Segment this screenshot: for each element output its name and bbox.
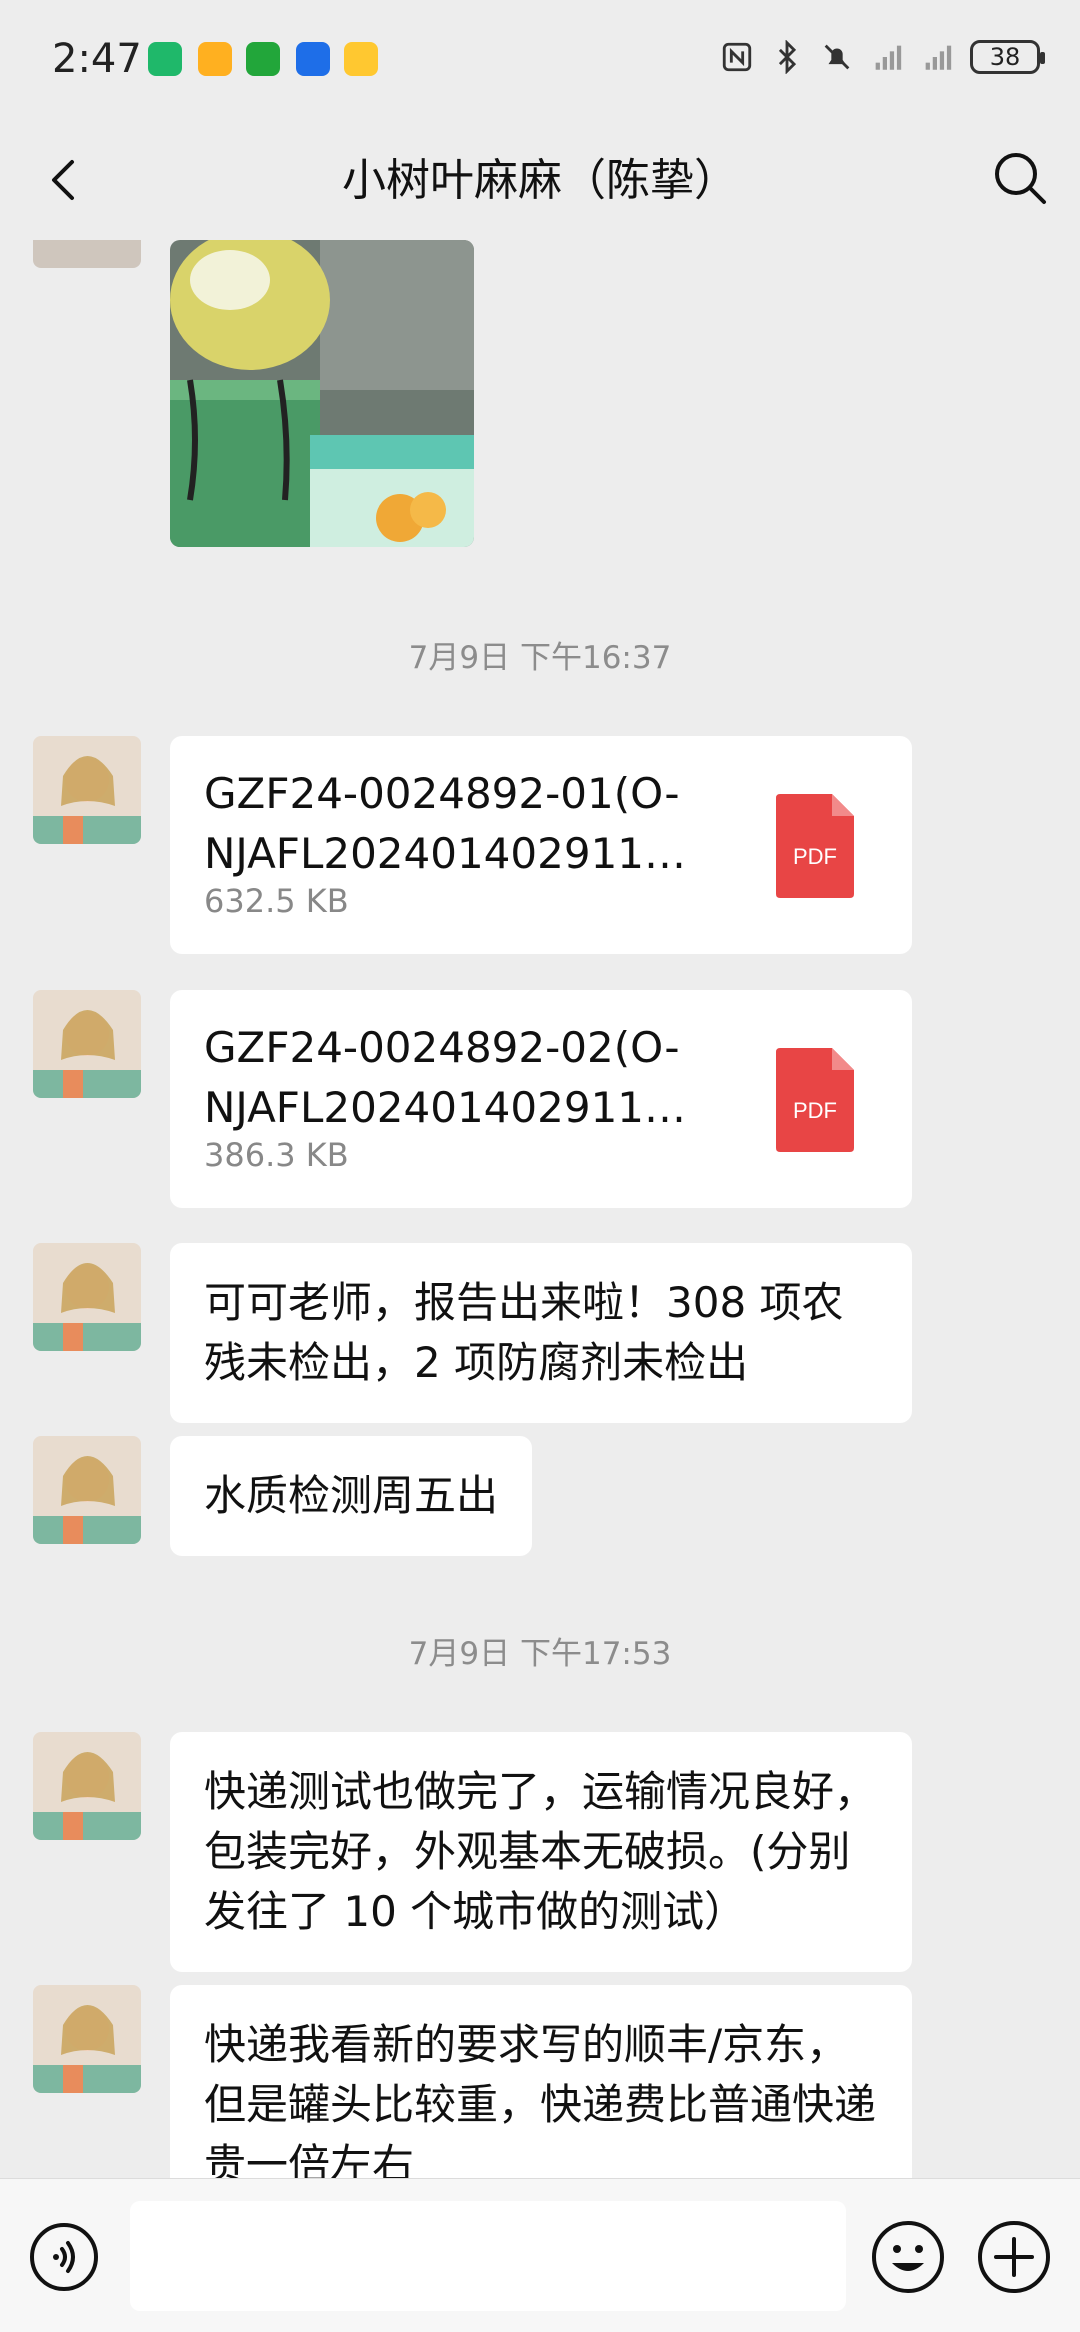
message-input-bar: [0, 2178, 1080, 2332]
file-message[interactable]: GZF24-0024892-01(O-NJAFL202401402911… 63…: [170, 736, 912, 954]
timestamp: 7月9日 下午17:53: [408, 1636, 672, 1672]
plane-app-icon: [296, 42, 330, 76]
file-name: GZF24-0024892-01(O-NJAFL202401402911…: [204, 769, 687, 878]
signal-icon-2: [925, 45, 952, 70]
bluetooth-icon: [778, 40, 797, 74]
gift-photo-image: [170, 240, 474, 547]
photo-message[interactable]: [170, 240, 474, 547]
duck-app-icon: [344, 42, 378, 76]
signal-icon: [875, 45, 902, 70]
emoji-icon[interactable]: [870, 2219, 946, 2295]
pdf-file-icon: PDF: [776, 1048, 854, 1152]
text-message[interactable]: 快递测试也做完了，运输情况良好，包装完好，外观基本无破损。(分别发往了 10 个…: [170, 1732, 912, 1972]
avatar[interactable]: [33, 240, 141, 268]
green-app-icon: [148, 42, 182, 76]
timestamp: 7月9日 下午16:37: [408, 640, 672, 676]
chat-message-list[interactable]: 7月9日 下午16:37 GZF24-0024892-01(O-NJAFL202…: [0, 240, 1080, 2178]
status-time: 2:47: [52, 36, 142, 82]
file-size: 632.5 KB: [204, 882, 349, 920]
chat-title: 小树叶麻麻（陈挚）: [342, 155, 738, 206]
file-name: GZF24-0024892-02(O-NJAFL202401402911…: [204, 1023, 687, 1132]
nfc-icon: [722, 42, 752, 72]
pdf-label: PDF: [793, 1098, 837, 1123]
system-icons: 38: [720, 40, 1045, 74]
mute-icon: [824, 44, 850, 70]
text-message[interactable]: 可可老师，报告出来啦！308 项农残未检出，2 项防腐剂未检出: [170, 1243, 912, 1423]
avatar[interactable]: [33, 1985, 141, 2093]
orange-app-icon: [198, 42, 232, 76]
pdf-file-icon: PDF: [776, 794, 854, 898]
avatar[interactable]: [33, 1243, 141, 1351]
avatar[interactable]: [33, 1436, 141, 1544]
chat-header: 小树叶麻麻（陈挚）: [0, 120, 1080, 240]
avatar[interactable]: [33, 736, 141, 844]
pdf-label: PDF: [793, 844, 837, 869]
text-message[interactable]: 快递我看新的要求写的顺丰/京东，但是罐头比较重，快递费比普通快递贵一倍左右: [170, 1985, 912, 2178]
text-message[interactable]: 水质检测周五出: [170, 1436, 533, 1556]
message-input[interactable]: [130, 2201, 846, 2311]
file-message[interactable]: GZF24-0024892-02(O-NJAFL202401402911… 38…: [170, 990, 912, 1208]
avatar[interactable]: [33, 990, 141, 1098]
search-icon[interactable]: [990, 148, 1050, 208]
voice-icon[interactable]: [28, 2221, 100, 2293]
shield-app-icon: [246, 42, 280, 76]
battery-indicator: 38: [970, 40, 1045, 74]
avatar[interactable]: [33, 1732, 141, 1840]
plus-icon[interactable]: [976, 2219, 1052, 2295]
status-bar: 2:47 38: [0, 0, 1080, 120]
file-size: 386.3 KB: [204, 1136, 349, 1174]
